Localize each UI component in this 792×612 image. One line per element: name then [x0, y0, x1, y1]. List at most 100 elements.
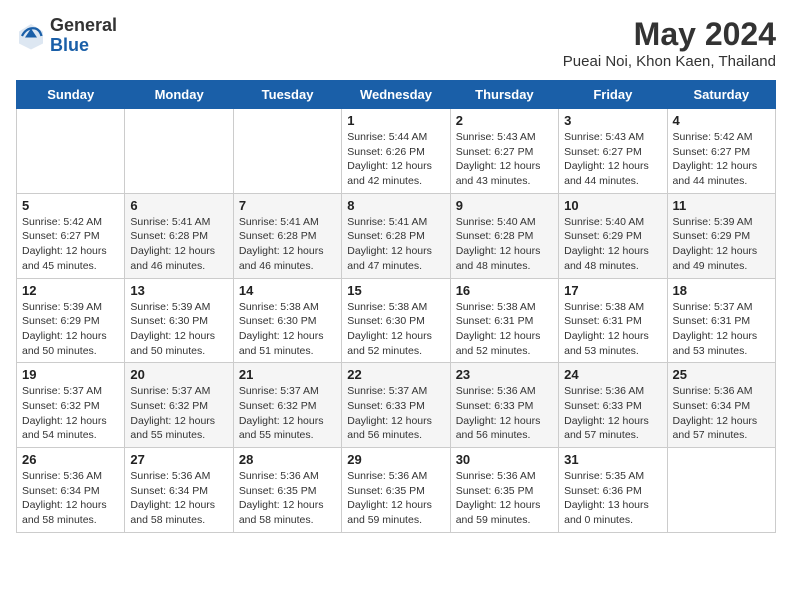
day-info: Sunrise: 5:42 AM Sunset: 6:27 PM Dayligh…	[22, 215, 119, 274]
day-number: 28	[239, 452, 336, 467]
calendar-cell: 14 Sunrise: 5:38 AM Sunset: 6:30 PM Dayli…	[233, 278, 341, 363]
weekday-header-row: SundayMondayTuesdayWednesdayThursdayFrid…	[17, 81, 776, 109]
day-info: Sunrise: 5:41 AM Sunset: 6:28 PM Dayligh…	[239, 215, 336, 274]
day-number: 29	[347, 452, 444, 467]
day-number: 5	[22, 198, 119, 213]
logo-icon	[16, 21, 46, 51]
calendar-cell: 8Sunrise: 5:41 AM Sunset: 6:28 PM Daylig…	[342, 193, 450, 278]
weekday-header-monday: Monday	[125, 81, 233, 109]
day-number: 18	[673, 283, 770, 298]
day-info: Sunrise: 5:36 AM Sunset: 6:35 PM Dayligh…	[456, 469, 553, 528]
calendar-cell: 22 Sunrise: 5:37 AM Sunset: 6:33 PM Dayli…	[342, 363, 450, 448]
day-number: 22	[347, 367, 444, 382]
day-number: 14	[239, 283, 336, 298]
calendar-cell: 4Sunrise: 5:42 AM Sunset: 6:27 PM Daylig…	[667, 109, 775, 194]
calendar-cell: 23Sunrise: 5:36 AM Sunset: 6:33 PM Dayli…	[450, 363, 558, 448]
calendar-week-row: 19 Sunrise: 5:37 AM Sunset: 6:32 PM Dayli…	[17, 363, 776, 448]
calendar-cell: 20 Sunrise: 5:37 AM Sunset: 6:32 PM Dayli…	[125, 363, 233, 448]
day-info: Sunrise: 5:35 AM Sunset: 6:36 PM Dayligh…	[564, 469, 661, 528]
logo-text: General Blue	[50, 16, 117, 56]
day-info: Sunrise: 5:37 AM Sunset: 6:32 PM Dayligh…	[22, 384, 119, 443]
calendar-cell: 11 Sunrise: 5:39 AM Sunset: 6:29 PM Dayli…	[667, 193, 775, 278]
day-number: 7	[239, 198, 336, 213]
day-info: Sunrise: 5:36 AM Sunset: 6:34 PM Dayligh…	[22, 469, 119, 528]
calendar-cell: 24 Sunrise: 5:36 AM Sunset: 6:33 PM Dayli…	[559, 363, 667, 448]
calendar-cell: 19 Sunrise: 5:37 AM Sunset: 6:32 PM Dayli…	[17, 363, 125, 448]
calendar-cell	[125, 109, 233, 194]
calendar-cell: 15Sunrise: 5:38 AM Sunset: 6:30 PM Dayli…	[342, 278, 450, 363]
day-number: 19	[22, 367, 119, 382]
day-info: Sunrise: 5:38 AM Sunset: 6:31 PM Dayligh…	[564, 300, 661, 359]
day-number: 23	[456, 367, 553, 382]
calendar-cell: 2Sunrise: 5:43 AM Sunset: 6:27 PM Daylig…	[450, 109, 558, 194]
day-number: 12	[22, 283, 119, 298]
weekday-header-tuesday: Tuesday	[233, 81, 341, 109]
day-number: 27	[130, 452, 227, 467]
calendar-cell	[17, 109, 125, 194]
day-info: Sunrise: 5:37 AM Sunset: 6:31 PM Dayligh…	[673, 300, 770, 359]
calendar-cell: 7 Sunrise: 5:41 AM Sunset: 6:28 PM Daylig…	[233, 193, 341, 278]
day-info: Sunrise: 5:39 AM Sunset: 6:29 PM Dayligh…	[22, 300, 119, 359]
day-info: Sunrise: 5:41 AM Sunset: 6:28 PM Dayligh…	[130, 215, 227, 274]
calendar-cell: 18 Sunrise: 5:37 AM Sunset: 6:31 PM Dayli…	[667, 278, 775, 363]
title-block: May 2024 Pueai Noi, Khon Kaen, Thailand	[563, 16, 776, 70]
day-number: 4	[673, 113, 770, 128]
calendar-cell: 6 Sunrise: 5:41 AM Sunset: 6:28 PM Daylig…	[125, 193, 233, 278]
day-number: 16	[456, 283, 553, 298]
day-info: Sunrise: 5:36 AM Sunset: 6:35 PM Dayligh…	[239, 469, 336, 528]
calendar-cell	[667, 448, 775, 533]
calendar-cell	[233, 109, 341, 194]
day-info: Sunrise: 5:43 AM Sunset: 6:27 PM Dayligh…	[456, 130, 553, 189]
day-number: 31	[564, 452, 661, 467]
calendar-week-row: 26 Sunrise: 5:36 AM Sunset: 6:34 PM Dayli…	[17, 448, 776, 533]
day-number: 1	[347, 113, 444, 128]
calendar-cell: 31 Sunrise: 5:35 AM Sunset: 6:36 PM Dayli…	[559, 448, 667, 533]
calendar-cell: 25Sunrise: 5:36 AM Sunset: 6:34 PM Dayli…	[667, 363, 775, 448]
calendar-title: May 2024	[563, 16, 776, 53]
day-info: Sunrise: 5:39 AM Sunset: 6:29 PM Dayligh…	[673, 215, 770, 274]
calendar-cell: 13 Sunrise: 5:39 AM Sunset: 6:30 PM Dayli…	[125, 278, 233, 363]
calendar-cell: 5 Sunrise: 5:42 AM Sunset: 6:27 PM Daylig…	[17, 193, 125, 278]
calendar-cell: 9Sunrise: 5:40 AM Sunset: 6:28 PM Daylig…	[450, 193, 558, 278]
calendar-cell: 26 Sunrise: 5:36 AM Sunset: 6:34 PM Dayli…	[17, 448, 125, 533]
day-info: Sunrise: 5:36 AM Sunset: 6:34 PM Dayligh…	[673, 384, 770, 443]
day-number: 6	[130, 198, 227, 213]
weekday-header-friday: Friday	[559, 81, 667, 109]
day-info: Sunrise: 5:36 AM Sunset: 6:35 PM Dayligh…	[347, 469, 444, 528]
calendar-cell: 29 Sunrise: 5:36 AM Sunset: 6:35 PM Dayli…	[342, 448, 450, 533]
day-number: 11	[673, 198, 770, 213]
day-info: Sunrise: 5:37 AM Sunset: 6:33 PM Dayligh…	[347, 384, 444, 443]
day-info: Sunrise: 5:37 AM Sunset: 6:32 PM Dayligh…	[130, 384, 227, 443]
day-info: Sunrise: 5:36 AM Sunset: 6:33 PM Dayligh…	[564, 384, 661, 443]
calendar-cell: 1Sunrise: 5:44 AM Sunset: 6:26 PM Daylig…	[342, 109, 450, 194]
day-number: 17	[564, 283, 661, 298]
day-info: Sunrise: 5:37 AM Sunset: 6:32 PM Dayligh…	[239, 384, 336, 443]
calendar-week-row: 12 Sunrise: 5:39 AM Sunset: 6:29 PM Dayli…	[17, 278, 776, 363]
day-number: 26	[22, 452, 119, 467]
day-info: Sunrise: 5:38 AM Sunset: 6:31 PM Dayligh…	[456, 300, 553, 359]
calendar-cell: 12 Sunrise: 5:39 AM Sunset: 6:29 PM Dayli…	[17, 278, 125, 363]
calendar-cell: 17 Sunrise: 5:38 AM Sunset: 6:31 PM Dayli…	[559, 278, 667, 363]
calendar-cell: 10 Sunrise: 5:40 AM Sunset: 6:29 PM Dayli…	[559, 193, 667, 278]
calendar-table: SundayMondayTuesdayWednesdayThursdayFrid…	[16, 80, 776, 533]
day-info: Sunrise: 5:40 AM Sunset: 6:29 PM Dayligh…	[564, 215, 661, 274]
day-number: 13	[130, 283, 227, 298]
day-info: Sunrise: 5:43 AM Sunset: 6:27 PM Dayligh…	[564, 130, 661, 189]
calendar-cell: 16 Sunrise: 5:38 AM Sunset: 6:31 PM Dayli…	[450, 278, 558, 363]
day-number: 8	[347, 198, 444, 213]
day-number: 30	[456, 452, 553, 467]
calendar-cell: 21 Sunrise: 5:37 AM Sunset: 6:32 PM Dayli…	[233, 363, 341, 448]
day-number: 20	[130, 367, 227, 382]
day-info: Sunrise: 5:36 AM Sunset: 6:34 PM Dayligh…	[130, 469, 227, 528]
calendar-week-row: 5 Sunrise: 5:42 AM Sunset: 6:27 PM Daylig…	[17, 193, 776, 278]
weekday-header-saturday: Saturday	[667, 81, 775, 109]
weekday-header-thursday: Thursday	[450, 81, 558, 109]
day-info: Sunrise: 5:38 AM Sunset: 6:30 PM Dayligh…	[239, 300, 336, 359]
day-number: 3	[564, 113, 661, 128]
weekday-header-wednesday: Wednesday	[342, 81, 450, 109]
day-number: 21	[239, 367, 336, 382]
day-number: 24	[564, 367, 661, 382]
calendar-cell: 27 Sunrise: 5:36 AM Sunset: 6:34 PM Dayli…	[125, 448, 233, 533]
day-number: 10	[564, 198, 661, 213]
day-info: Sunrise: 5:39 AM Sunset: 6:30 PM Dayligh…	[130, 300, 227, 359]
